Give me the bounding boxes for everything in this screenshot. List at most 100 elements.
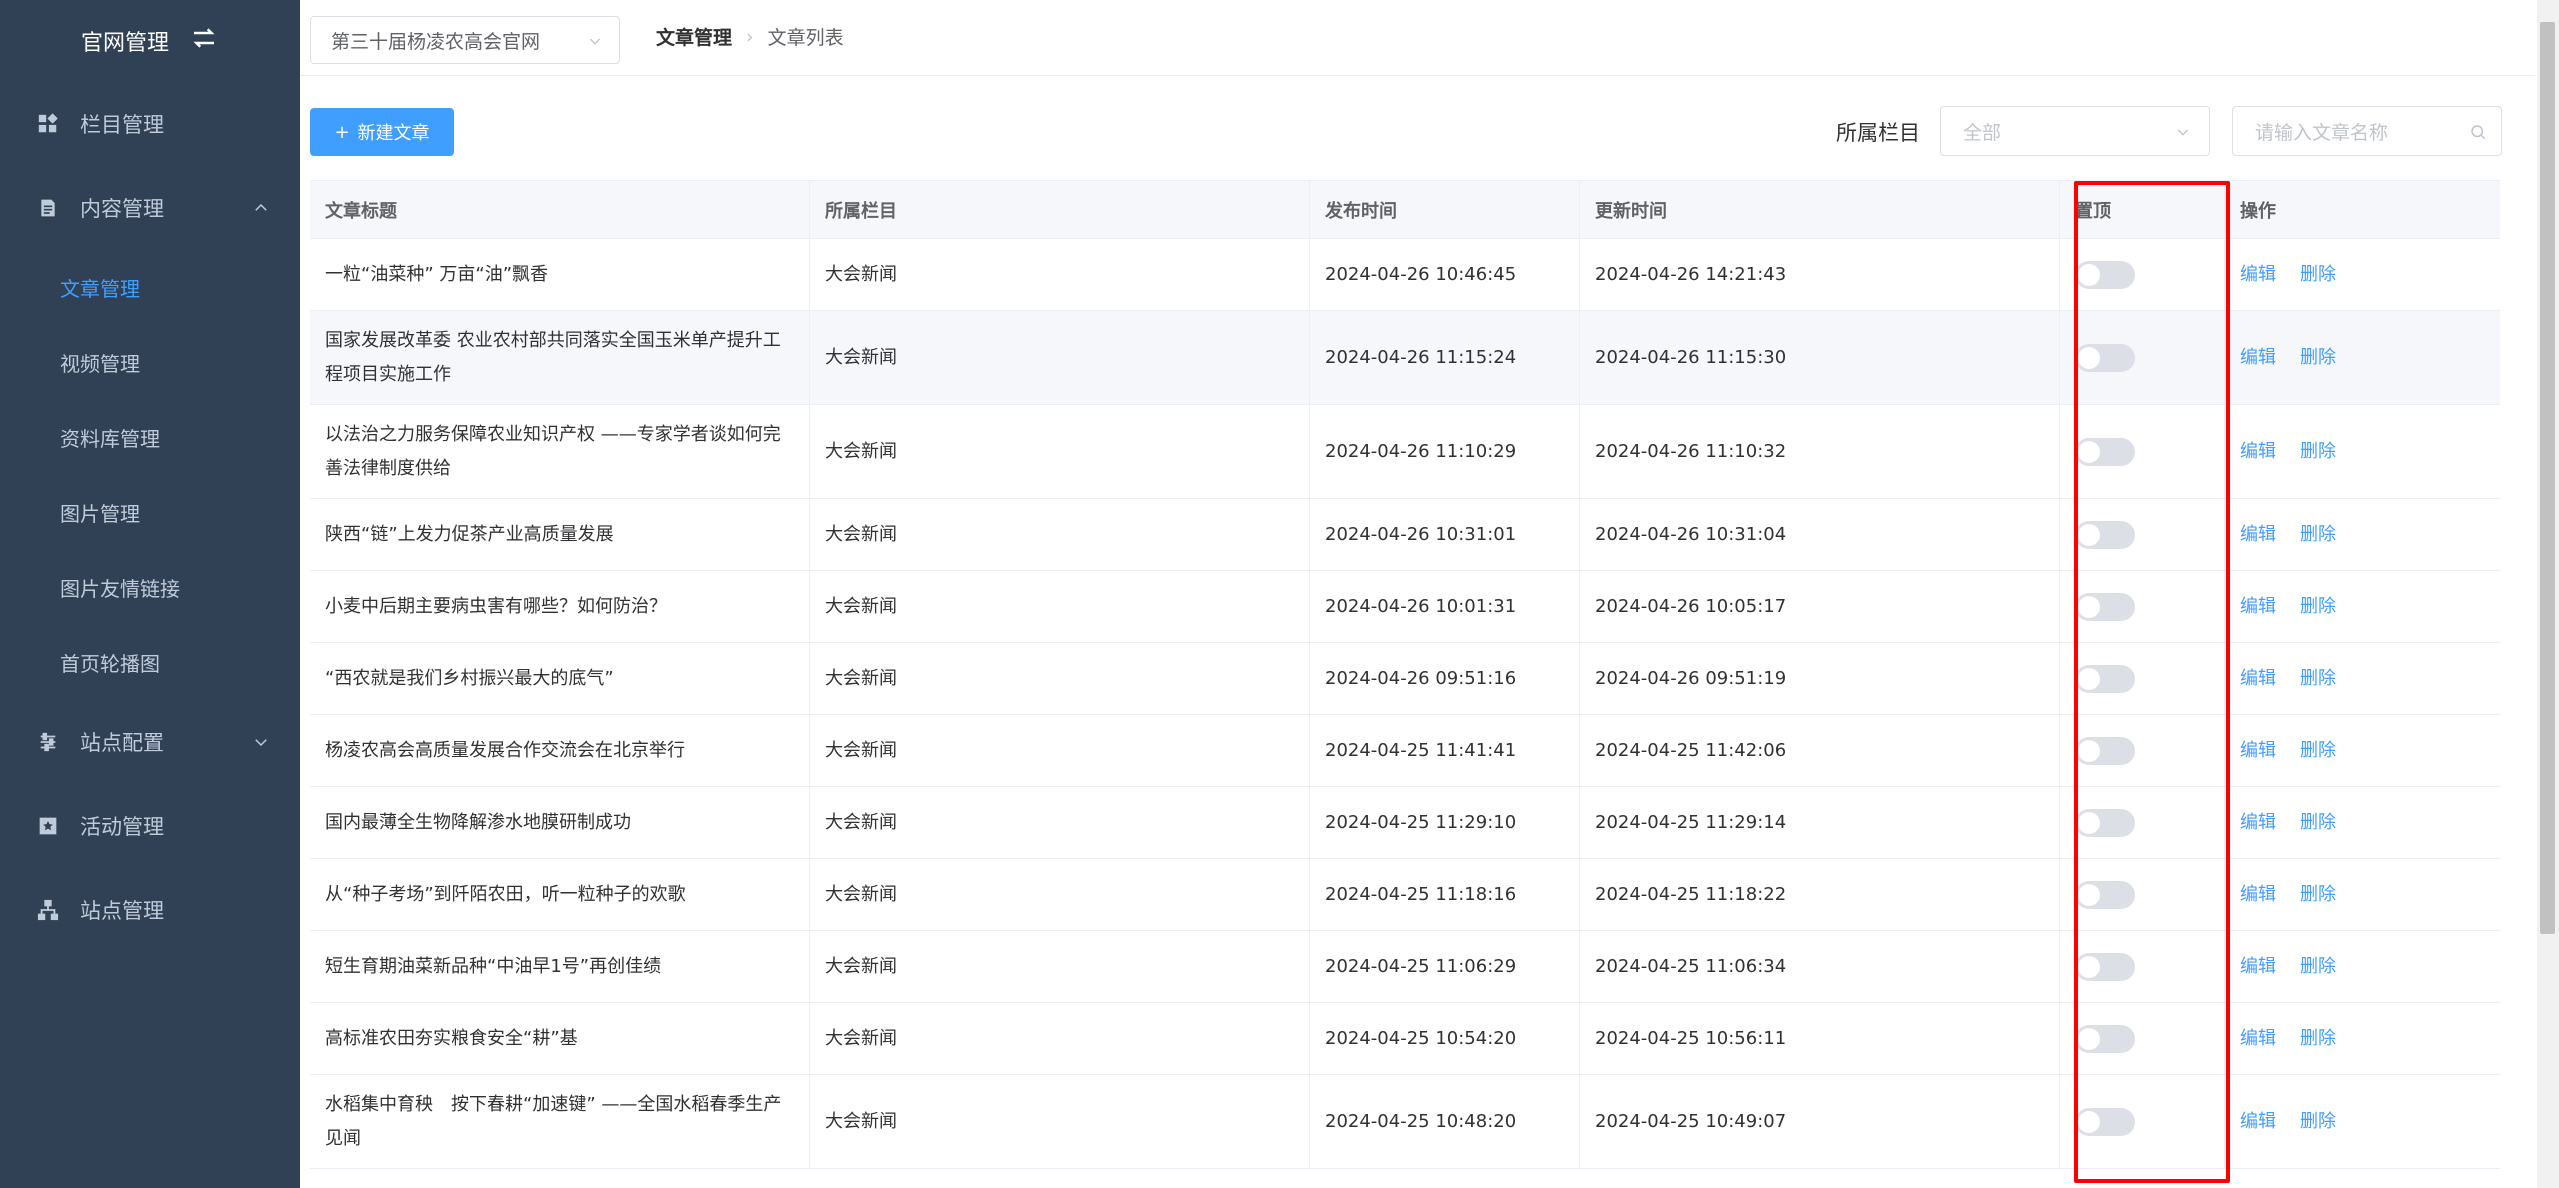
pin-toggle[interactable]	[2075, 1024, 2135, 1053]
delete-link[interactable]: 删除	[2300, 1105, 2336, 1139]
delete-link[interactable]: 删除	[2300, 662, 2336, 696]
delete-link[interactable]: 删除	[2300, 518, 2336, 552]
pin-toggle[interactable]	[2075, 260, 2135, 289]
sidebar-item-articles[interactable]: 文章管理	[0, 250, 300, 325]
pin-cell	[2060, 311, 2225, 404]
breadcrumb-separator-icon: ›	[746, 25, 754, 48]
chevron-down-icon	[589, 38, 601, 45]
sidebar-item-videos[interactable]: 视频管理	[0, 325, 300, 400]
star-icon	[36, 814, 60, 838]
switch-site-icon[interactable]	[189, 23, 219, 59]
pin-cell	[2060, 715, 2225, 786]
article-updated: 2024-04-25 11:29:14	[1580, 787, 2060, 858]
edit-link[interactable]: 编辑	[2240, 806, 2276, 840]
article-updated: 2024-04-25 10:49:07	[1580, 1075, 2060, 1168]
edit-link[interactable]: 编辑	[2240, 435, 2276, 469]
sidebar-item-image-links[interactable]: 图片友情链接	[0, 550, 300, 625]
pin-toggle[interactable]	[2075, 343, 2135, 372]
actions-cell: 编辑 删除	[2225, 239, 2500, 310]
actions-cell: 编辑 删除	[2225, 715, 2500, 786]
delete-link[interactable]: 删除	[2300, 435, 2336, 469]
actions-cell: 编辑 删除	[2225, 931, 2500, 1002]
search-input[interactable]: 请输入文章名称	[2232, 106, 2502, 156]
pin-cell	[2060, 1075, 2225, 1168]
table-row: 杨凌农高会高质量发展合作交流会在北京举行 大会新闻 2024-04-25 11:…	[310, 715, 2500, 787]
edit-link[interactable]: 编辑	[2240, 878, 2276, 912]
new-article-button[interactable]: + 新建文章	[310, 108, 454, 156]
brand-title: 官网管理	[80, 31, 169, 56]
pin-cell	[2060, 931, 2225, 1002]
sidebar-item-activities[interactable]: 活动管理	[0, 784, 300, 868]
pin-toggle[interactable]	[2075, 880, 2135, 909]
delete-link[interactable]: 删除	[2300, 734, 2336, 768]
delete-link[interactable]: 删除	[2300, 258, 2336, 292]
scrollbar-thumb[interactable]	[2540, 22, 2555, 934]
sidebar-item-carousel[interactable]: 首页轮播图	[0, 625, 300, 700]
pin-toggle[interactable]	[2075, 592, 2135, 621]
top-bar: 第三十届杨凌农高会官网 文章管理 › 文章列表	[300, 0, 2535, 76]
pin-toggle[interactable]	[2075, 520, 2135, 549]
edit-link[interactable]: 编辑	[2240, 950, 2276, 984]
edit-link[interactable]: 编辑	[2240, 341, 2276, 375]
article-title: 国家发展改革委 农业农村部共同落实全国玉米单产提升工程项目实施工作	[310, 311, 810, 404]
pin-toggle[interactable]	[2075, 437, 2135, 466]
document-icon	[36, 196, 60, 220]
edit-link[interactable]: 编辑	[2240, 590, 2276, 624]
delete-link[interactable]: 删除	[2300, 878, 2336, 912]
sidebar-item-content[interactable]: 内容管理	[0, 166, 300, 250]
article-updated: 2024-04-26 10:05:17	[1580, 571, 2060, 642]
column-header-title: 文章标题	[310, 181, 810, 238]
pin-cell	[2060, 1003, 2225, 1074]
search-icon[interactable]	[2469, 123, 2487, 141]
site-select[interactable]: 第三十届杨凌农高会官网	[310, 16, 620, 64]
column-header-updated: 更新时间	[1580, 181, 2060, 238]
article-published: 2024-04-26 10:01:31	[1310, 571, 1580, 642]
delete-link[interactable]: 删除	[2300, 950, 2336, 984]
article-published: 2024-04-25 10:48:20	[1310, 1075, 1580, 1168]
sidebar-item-label: 站点管理	[80, 899, 164, 923]
brand: 官网管理	[0, 0, 300, 82]
article-published: 2024-04-26 10:31:01	[1310, 499, 1580, 570]
breadcrumb-item-current: 文章列表	[767, 27, 844, 49]
breadcrumb-item[interactable]: 文章管理	[656, 23, 732, 50]
edit-link[interactable]: 编辑	[2240, 734, 2276, 768]
edit-link[interactable]: 编辑	[2240, 1105, 2276, 1139]
pin-toggle[interactable]	[2075, 952, 2135, 981]
article-title: 短生育期油菜新品种“中油早1号”再创佳绩	[310, 931, 810, 1002]
edit-link[interactable]: 编辑	[2240, 258, 2276, 292]
plus-icon: +	[334, 121, 350, 143]
site-select-value: 第三十届杨凌农高会官网	[331, 30, 541, 53]
actions-cell: 编辑 删除	[2225, 571, 2500, 642]
article-updated: 2024-04-26 11:10:32	[1580, 405, 2060, 498]
table-row: 以法治之力服务保障农业知识产权 ——专家学者谈如何完善法律制度供给 大会新闻 2…	[310, 405, 2500, 499]
pin-cell	[2060, 405, 2225, 498]
article-category: 大会新闻	[810, 239, 1310, 310]
category-select[interactable]: 全部	[1940, 106, 2210, 156]
delete-link[interactable]: 删除	[2300, 1022, 2336, 1056]
sidebar-item-sites[interactable]: 站点管理	[0, 868, 300, 952]
pin-toggle[interactable]	[2075, 808, 2135, 837]
article-title: 一粒“油菜种” 万亩“油”飘香	[310, 239, 810, 310]
delete-link[interactable]: 删除	[2300, 341, 2336, 375]
sidebar-item-site-config[interactable]: 站点配置	[0, 700, 300, 784]
article-title: 国内最薄全生物降解渗水地膜研制成功	[310, 787, 810, 858]
edit-link[interactable]: 编辑	[2240, 662, 2276, 696]
article-published: 2024-04-25 11:06:29	[1310, 931, 1580, 1002]
sidebar-item-images[interactable]: 图片管理	[0, 475, 300, 550]
pin-cell	[2060, 859, 2225, 930]
table-row: 高标准农田夯实粮食安全“耕”基 大会新闻 2024-04-25 10:54:20…	[310, 1003, 2500, 1075]
article-category: 大会新闻	[810, 787, 1310, 858]
pin-toggle[interactable]	[2075, 664, 2135, 693]
sidebar-item-library[interactable]: 资料库管理	[0, 400, 300, 475]
pin-toggle[interactable]	[2075, 1107, 2135, 1136]
pin-toggle[interactable]	[2075, 736, 2135, 765]
column-header-pinned: 置顶	[2060, 181, 2225, 238]
actions-cell: 编辑 删除	[2225, 1003, 2500, 1074]
delete-link[interactable]: 删除	[2300, 806, 2336, 840]
article-category: 大会新闻	[810, 499, 1310, 570]
article-category: 大会新闻	[810, 715, 1310, 786]
delete-link[interactable]: 删除	[2300, 590, 2336, 624]
sidebar-item-columns[interactable]: 栏目管理	[0, 82, 300, 166]
edit-link[interactable]: 编辑	[2240, 518, 2276, 552]
edit-link[interactable]: 编辑	[2240, 1022, 2276, 1056]
